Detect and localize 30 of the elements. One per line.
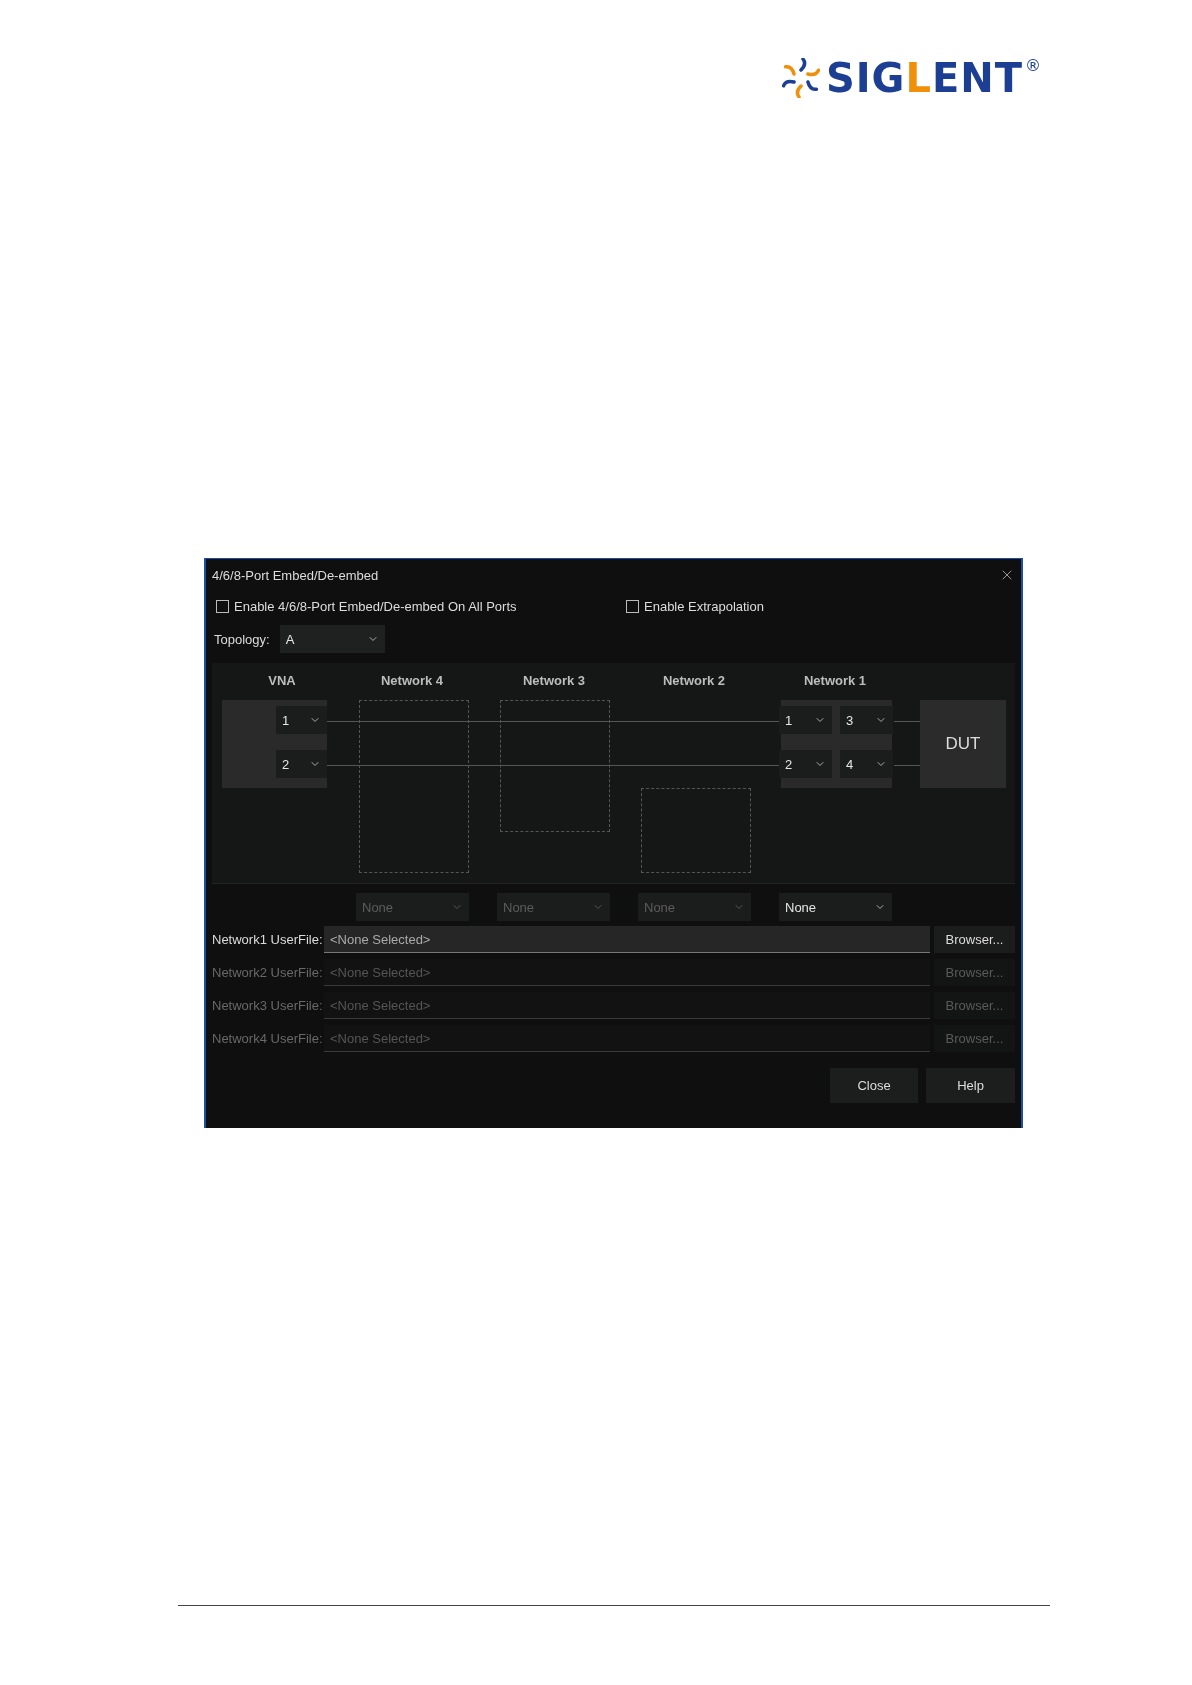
connector-line bbox=[894, 721, 920, 722]
file-field[interactable]: <None Selected> bbox=[324, 926, 930, 953]
network-dropdown[interactable]: None bbox=[779, 893, 892, 921]
swirl-icon bbox=[781, 58, 820, 98]
column-header: VNA bbox=[268, 673, 296, 688]
browse-button[interactable]: Browser... bbox=[934, 926, 1015, 953]
file-label: Network4 UserFile: bbox=[212, 1031, 324, 1046]
port-dropdown[interactable]: 1 bbox=[276, 706, 327, 734]
port-dropdown[interactable]: 3 bbox=[840, 706, 893, 734]
port-dropdown[interactable]: 1 bbox=[779, 706, 832, 734]
topology-label: Topology: bbox=[214, 631, 270, 647]
column-header: Network 4 bbox=[380, 673, 444, 688]
dut-block: DUT bbox=[920, 700, 1006, 788]
checkbox-option[interactable]: Enable Extrapolation bbox=[626, 598, 1015, 614]
window-title: 4/6/8-Port Embed/De-embed bbox=[212, 567, 379, 583]
close-button[interactable]: Close bbox=[830, 1068, 918, 1103]
file-label: Network2 UserFile: bbox=[212, 965, 324, 980]
topology-dropdown[interactable]: A bbox=[279, 625, 385, 653]
column-header: Network 2 bbox=[662, 673, 726, 688]
help-button[interactable]: Help bbox=[926, 1068, 1015, 1103]
connector-line bbox=[894, 765, 920, 766]
company-logo: SIGLENT® bbox=[781, 58, 1042, 98]
column-header: Network 3 bbox=[522, 673, 586, 688]
file-label: Network3 UserFile: bbox=[212, 998, 324, 1013]
file-label: Network1 UserFile: bbox=[212, 932, 324, 947]
port-dropdown[interactable]: 2 bbox=[779, 750, 832, 778]
port-dropdown[interactable]: 2 bbox=[276, 750, 327, 778]
column-header: Network 1 bbox=[803, 673, 867, 688]
checkbox-option[interactable]: Enable 4/6/8-Port Embed/De-embed On All Ports bbox=[216, 598, 626, 614]
port-dropdown[interactable]: 4 bbox=[840, 750, 893, 778]
